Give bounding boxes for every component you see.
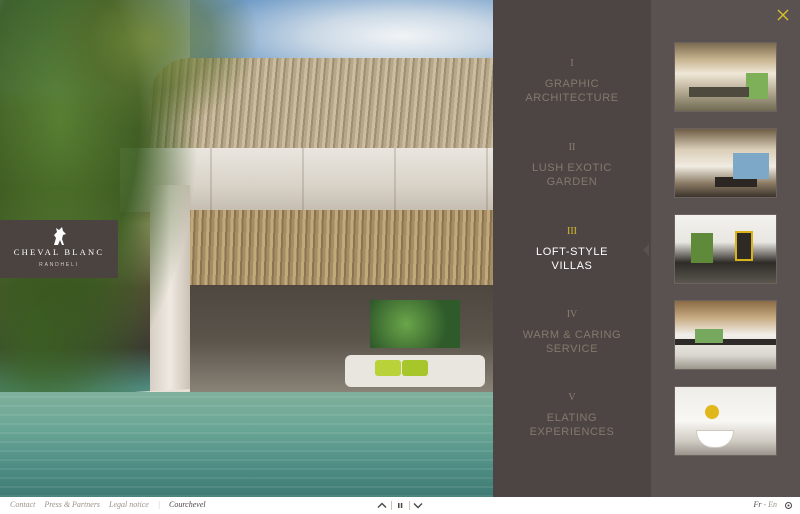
hero-inner-thatch — [188, 210, 493, 288]
hero-garden-view — [370, 300, 460, 348]
footer-separator: | — [157, 500, 161, 509]
menu-item-label: GRAPHIC ARCHITECTURE — [525, 78, 619, 104]
thumbnail-lush-exotic-garden[interactable] — [674, 128, 777, 198]
horse-logo-icon — [54, 227, 66, 245]
language-switcher: Fr - En — [753, 500, 792, 509]
menu-item-number: IV — [566, 309, 578, 320]
menu-item-label: ELATING EXPERIENCES — [529, 412, 615, 438]
brand-logo[interactable]: CHEVAL BLANC RANDHELI — [0, 220, 118, 278]
footer-links: Contact Press & Partners Legal notice | … — [10, 500, 213, 509]
menu-item-number: II — [568, 142, 576, 153]
menu-panel: I GRAPHIC ARCHITECTURE II LUSH EXOTIC GA… — [493, 0, 651, 497]
menu-item-label: WARM & CARING SERVICE — [522, 329, 622, 355]
thumbnail-warm-caring-service[interactable] — [674, 300, 777, 370]
menu-item-number: I — [570, 58, 574, 69]
footer: Contact Press & Partners Legal notice | … — [0, 497, 800, 514]
lang-separator: - — [763, 500, 767, 509]
footer-link-press-partners[interactable]: Press & Partners — [44, 500, 100, 509]
thumbnail-graphic-architecture[interactable] — [674, 42, 777, 112]
thumbnail-elating-experiences[interactable] — [674, 386, 777, 456]
hero-pool — [0, 392, 493, 497]
pause-icon[interactable] — [394, 499, 406, 512]
menu-item-number: III — [567, 226, 577, 237]
brand-name: CHEVAL BLANC — [13, 247, 105, 257]
brand-location: RANDHELI — [39, 262, 79, 268]
footer-link-courchevel[interactable]: Courchevel — [169, 500, 206, 509]
slideshow-controls — [374, 499, 426, 512]
menu-item-elating-experiences[interactable]: V ELATING EXPERIENCES — [493, 392, 651, 439]
controls-divider — [409, 501, 410, 510]
controls-divider — [391, 501, 392, 510]
hero-cushion — [402, 360, 428, 376]
menu-item-lush-exotic-garden[interactable]: II LUSH EXOTIC GARDEN — [493, 142, 651, 189]
menu-item-label: LUSH EXOTIC GARDEN — [532, 162, 612, 188]
thumbnail-panel — [651, 0, 800, 497]
chevron-up-icon[interactable] — [376, 499, 388, 512]
menu-item-loft-style-villas[interactable]: III LOFT-STYLE VILLAS — [493, 226, 651, 273]
close-icon[interactable] — [776, 8, 790, 22]
menu-item-number: V — [568, 392, 576, 403]
thumbnail-loft-style-villas[interactable] — [674, 214, 777, 284]
menu-item-graphic-architecture[interactable]: I GRAPHIC ARCHITECTURE — [493, 58, 651, 105]
lang-fr[interactable]: Fr — [753, 500, 761, 509]
lang-en[interactable]: En — [768, 500, 777, 509]
hero-palm-fronds — [40, 0, 260, 130]
chevron-down-icon[interactable] — [412, 499, 424, 512]
footer-link-contact[interactable]: Contact — [10, 500, 35, 509]
social-icon[interactable] — [785, 501, 792, 509]
footer-link-legal-notice[interactable]: Legal notice — [109, 500, 149, 509]
active-pointer-icon — [643, 244, 649, 256]
hero-cushion — [375, 360, 401, 376]
menu-item-warm-caring-service[interactable]: IV WARM & CARING SERVICE — [493, 309, 651, 356]
menu-item-label: LOFT-STYLE VILLAS — [535, 246, 609, 272]
